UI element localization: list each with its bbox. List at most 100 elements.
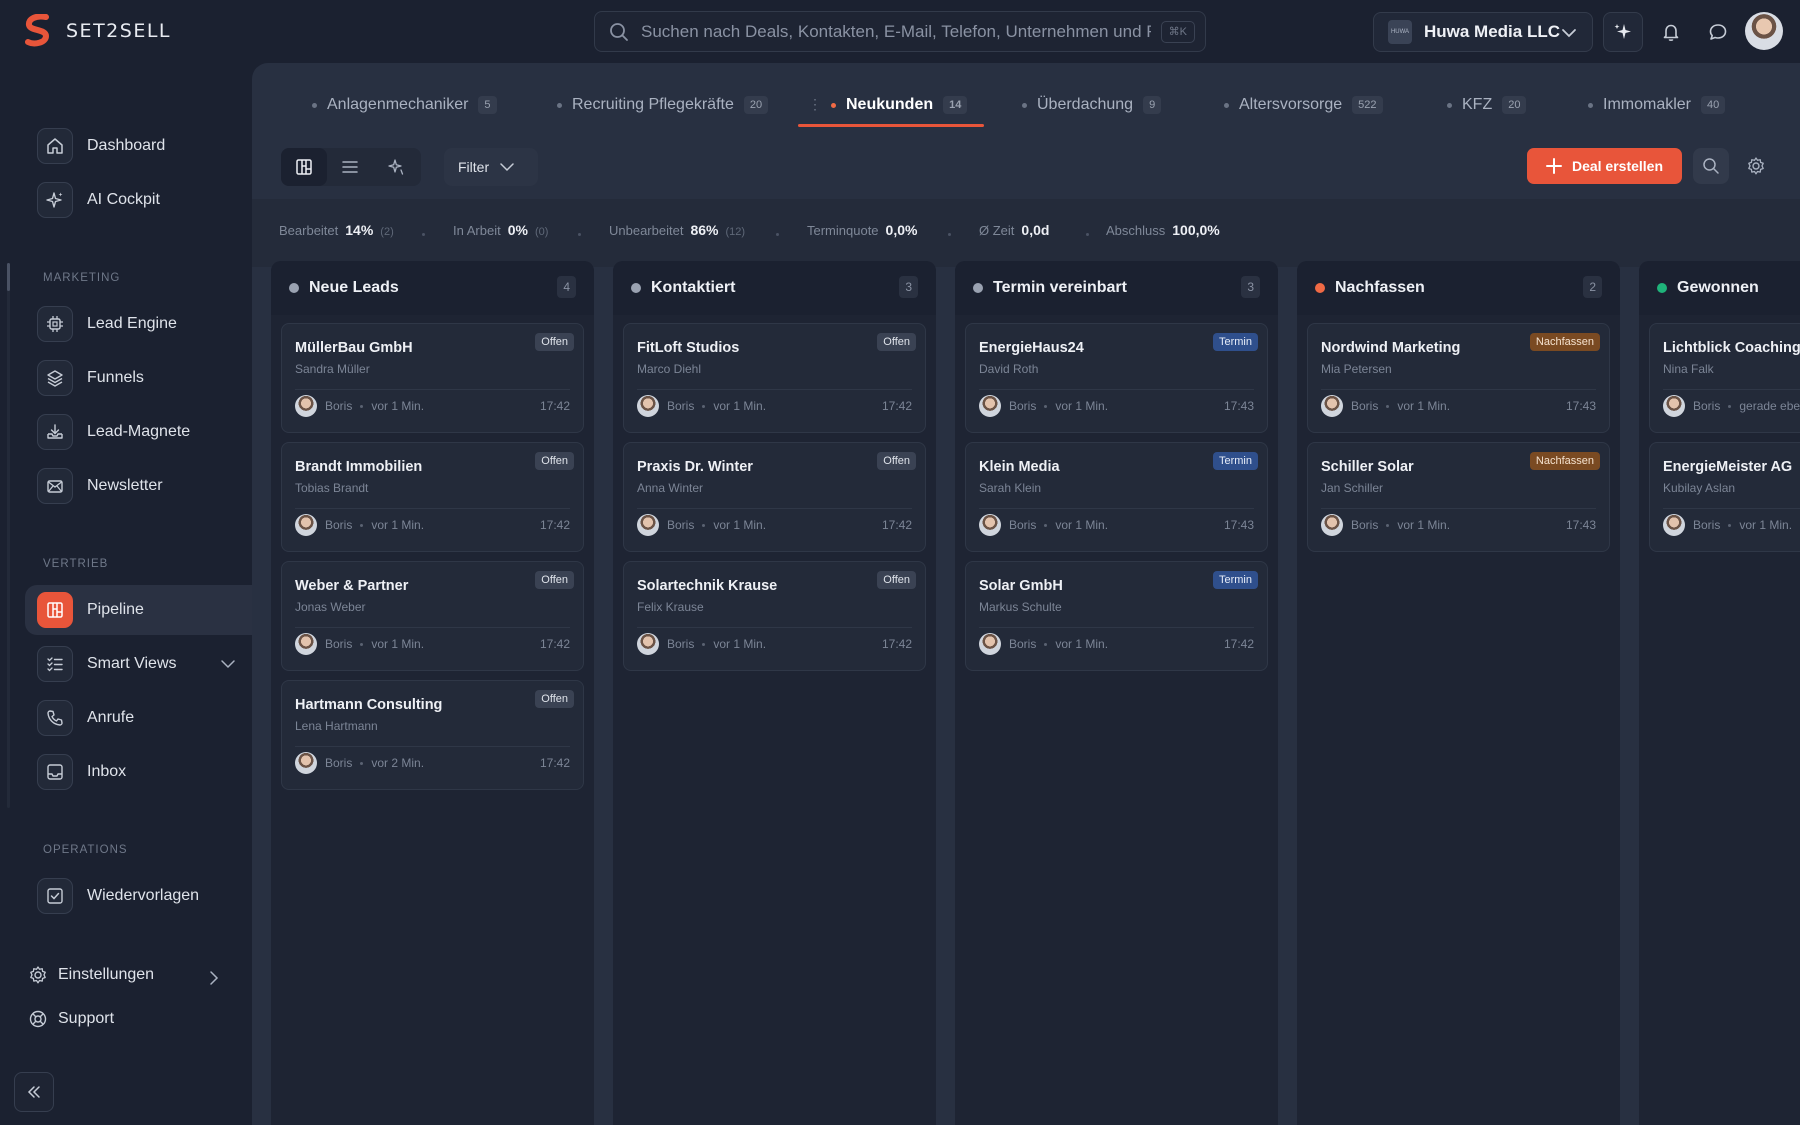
sidebar-item-anrufe[interactable]: Anrufe xyxy=(25,693,252,743)
tab-label: KFZ xyxy=(1462,96,1493,113)
card-footer: Boris vor 1 Min. 17:43 xyxy=(979,395,1254,417)
column-header[interactable]: Neue Leads 4 xyxy=(271,261,594,315)
tab-neukunden[interactable]: Neukunden 14 xyxy=(831,85,968,125)
column-header[interactable]: Termin vereinbart 3 xyxy=(955,261,1278,315)
ai-sparkle-button[interactable] xyxy=(1603,12,1643,52)
stat-zeit: Ø Zeit 0,0d xyxy=(979,222,1050,238)
global-search[interactable]: ⌘K xyxy=(594,11,1206,52)
board-view-button[interactable] xyxy=(281,148,327,186)
deal-contact: Markus Schulte xyxy=(979,600,1062,614)
deal-contact: Marco Diehl xyxy=(637,362,702,376)
sidebar-item-funnels[interactable]: Funnels xyxy=(25,353,252,403)
main-panel: Anlagenmechaniker 5 Recruiting Pflegekrä… xyxy=(252,63,1800,1125)
card-divider xyxy=(1663,508,1800,509)
deal-card[interactable]: Hartmann Consulting Lena Hartmann Offen Bor… xyxy=(281,680,584,790)
sidebar-item-ai-cockpit[interactable]: AI Cockpit xyxy=(25,175,252,225)
deal-title: MüllerBau GmbH xyxy=(295,340,413,356)
deal-contact: Jan Schiller xyxy=(1321,481,1384,495)
deal-card[interactable]: EnergieHaus24 David Roth Termin Boris vor 1 … xyxy=(965,323,1268,433)
deal-card[interactable]: Lichtblick Coaching Nina Falk Boris gerade … xyxy=(1649,323,1800,433)
section-marketing: MARKETING xyxy=(43,272,121,284)
list-view-button[interactable] xyxy=(327,148,373,186)
deal-card[interactable]: Nordwind Marketing Mia Petersen Nachfassen… xyxy=(1307,323,1610,433)
sidebar-item-lead-engine[interactable]: Lead Engine xyxy=(25,299,252,349)
owner-avatar xyxy=(979,633,1001,655)
tab-ueberdachung[interactable]: Überdachung 9 xyxy=(1022,85,1162,125)
drag-handle-icon[interactable]: ⋮ xyxy=(808,97,822,111)
sidebar-item-smart-views[interactable]: Smart Views xyxy=(25,639,252,689)
column-header[interactable]: Gewonnen xyxy=(1639,261,1800,315)
column-header[interactable]: Nachfassen 2 xyxy=(1297,261,1620,315)
tab-count: 20 xyxy=(743,96,769,114)
tab-kfz[interactable]: KFZ 20 xyxy=(1447,85,1527,125)
messages-button[interactable] xyxy=(1698,12,1738,52)
org-switcher[interactable]: HUWA Huwa Media LLC xyxy=(1373,12,1593,52)
deal-card[interactable]: Solartechnik Krause Felix Krause Offen Bori… xyxy=(623,561,926,671)
owner-name: Boris xyxy=(325,756,353,770)
deal-contact: Jonas Weber xyxy=(295,600,366,614)
deal-card[interactable]: Weber & Partner Jonas Weber Offen Boris vor … xyxy=(281,561,584,671)
deal-card[interactable]: Praxis Dr. Winter Anna Winter Offen Boris vo… xyxy=(623,442,926,552)
filter-dropdown[interactable]: Filter xyxy=(444,148,538,186)
deal-contact: Sarah Klein xyxy=(979,481,1042,495)
deal-card[interactable]: Solar GmbH Markus Schulte Termin Boris vor 1… xyxy=(965,561,1268,671)
pipeline-column: Kontaktiert 3 FitLoft Studios Marco Diehl Of… xyxy=(613,261,936,1125)
stats-bar: Bearbeitet 14% (2) In Arbeit 0% (0) Unbearbe… xyxy=(252,199,1800,267)
tab-anlagenmechaniker[interactable]: Anlagenmechaniker 5 xyxy=(312,85,497,125)
collapse-sidebar-button[interactable] xyxy=(14,1072,54,1112)
sidebar-item-newsletter[interactable]: Newsletter xyxy=(25,461,252,511)
sidebar-scrollbar[interactable] xyxy=(7,263,10,808)
chevron-down-icon xyxy=(221,660,235,669)
card-footer: Boris vor 1 Min. 17:42 xyxy=(979,633,1254,655)
meta-separator xyxy=(360,523,364,527)
layers-icon xyxy=(37,360,73,396)
ai-view-button[interactable] xyxy=(373,148,419,186)
status-badge: Offen xyxy=(535,571,574,589)
search-input[interactable] xyxy=(641,21,1151,42)
card-footer: Boris vor 1 Min. 17:43 xyxy=(1321,514,1596,536)
last-activity: vor 1 Min. xyxy=(1397,399,1451,413)
org-logo: HUWA xyxy=(1388,20,1412,44)
column-count: 3 xyxy=(1241,276,1260,298)
tab-label: Immomakler xyxy=(1603,96,1692,113)
last-activity: vor 2 Min. xyxy=(371,756,425,770)
user-avatar[interactable] xyxy=(1745,12,1783,50)
sidebar-item-lead-magnete[interactable]: Lead-Magnete xyxy=(25,407,252,457)
sidebar-item-wiedervorlagen[interactable]: Wiedervorlagen xyxy=(25,871,252,921)
settings-link[interactable]: Einstellungen xyxy=(28,965,154,985)
deal-card[interactable]: Schiller Solar Jan Schiller Nachfassen Bori… xyxy=(1307,442,1610,552)
tab-altersvorsorge[interactable]: Altersvorsorge 522 xyxy=(1224,85,1383,125)
owner-avatar xyxy=(637,514,659,536)
stat-in-arbeit: In Arbeit 0% (0) xyxy=(453,222,549,238)
card-footer: Boris gerade eben xyxy=(1663,395,1800,417)
deal-card[interactable]: MüllerBau GmbH Sandra Müller Offen Boris vor… xyxy=(281,323,584,433)
board-settings-button[interactable] xyxy=(1738,148,1774,184)
sidebar-item-dashboard[interactable]: Dashboard xyxy=(25,121,252,171)
sidebar-item-pipeline[interactable]: Pipeline xyxy=(25,585,252,635)
sidebar: Dashboard AI Cockpit MARKETING Lead Engi… xyxy=(0,63,252,1125)
list-icon xyxy=(342,161,358,173)
last-activity: vor 1 Min. xyxy=(1055,637,1109,651)
meta-separator xyxy=(1044,404,1048,408)
column-header[interactable]: Kontaktiert 3 xyxy=(613,261,936,315)
sidebar-item-label: Pipeline xyxy=(87,601,144,618)
deal-card[interactable]: EnergieMeister AG Kubilay Aslan Boris vor 1… xyxy=(1649,442,1800,552)
app-logo[interactable]: SET2SELL xyxy=(24,14,171,48)
deal-card[interactable]: FitLoft Studios Marco Diehl Offen Boris vor … xyxy=(623,323,926,433)
filter-label: Filter xyxy=(458,159,490,175)
board-search-button[interactable] xyxy=(1693,148,1729,184)
meta-separator xyxy=(360,761,364,765)
create-deal-button[interactable]: Deal erstellen xyxy=(1527,148,1682,184)
status-badge: Offen xyxy=(877,452,916,470)
tab-recruiting-pflegekraefte[interactable]: Recruiting Pflegekräfte 20 xyxy=(557,85,769,125)
status-badge: Termin xyxy=(1212,452,1258,470)
deal-card[interactable]: Brandt Immobilien Tobias Brandt Offen Boris… xyxy=(281,442,584,552)
status-badge: Offen xyxy=(535,333,574,351)
tab-immomakler[interactable]: Immomakler 40 xyxy=(1588,85,1726,125)
column-title: Neue Leads xyxy=(309,279,399,296)
sidebar-item-inbox[interactable]: Inbox xyxy=(25,747,252,797)
stage-status-dot xyxy=(631,283,641,293)
notifications-button[interactable] xyxy=(1651,12,1691,52)
support-link[interactable]: Support xyxy=(28,1009,114,1029)
deal-card[interactable]: Klein Media Sarah Klein Termin Boris vor 1 M… xyxy=(965,442,1268,552)
